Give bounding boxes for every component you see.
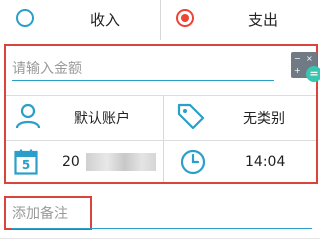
bottom-divider xyxy=(0,238,320,239)
row-divider-top xyxy=(6,95,316,96)
times-symbol: × xyxy=(306,54,313,63)
equals-badge[interactable]: = xyxy=(306,66,320,82)
account-label[interactable]: 默认账户 xyxy=(74,108,130,128)
income-label[interactable]: 收入 xyxy=(90,9,120,30)
person-icon xyxy=(14,102,42,134)
expense-option[interactable] xyxy=(176,9,194,27)
type-divider xyxy=(160,0,161,40)
cell-divider xyxy=(163,96,164,182)
minus-symbol: − xyxy=(294,54,301,63)
row-divider-middle xyxy=(6,140,316,141)
note-underline xyxy=(12,228,312,229)
amount-underline xyxy=(12,80,274,81)
income-option[interactable] xyxy=(16,9,34,27)
amount-input[interactable] xyxy=(12,58,262,80)
calendar-day: 5 xyxy=(21,158,31,172)
expense-radio[interactable] xyxy=(176,9,194,27)
tag-icon xyxy=(176,101,206,135)
expense-label[interactable]: 支出 xyxy=(248,9,278,30)
income-radio[interactable] xyxy=(16,9,34,27)
calendar-icon: 5 xyxy=(14,149,38,175)
note-input[interactable] xyxy=(12,202,302,226)
category-label[interactable]: 无类别 xyxy=(243,108,285,128)
clock-icon xyxy=(180,149,206,179)
time-label[interactable]: 14:04 xyxy=(245,154,285,170)
date-label[interactable]: 20 xyxy=(62,154,80,170)
plus-symbol: + xyxy=(294,66,301,75)
date-redacted xyxy=(86,153,156,171)
